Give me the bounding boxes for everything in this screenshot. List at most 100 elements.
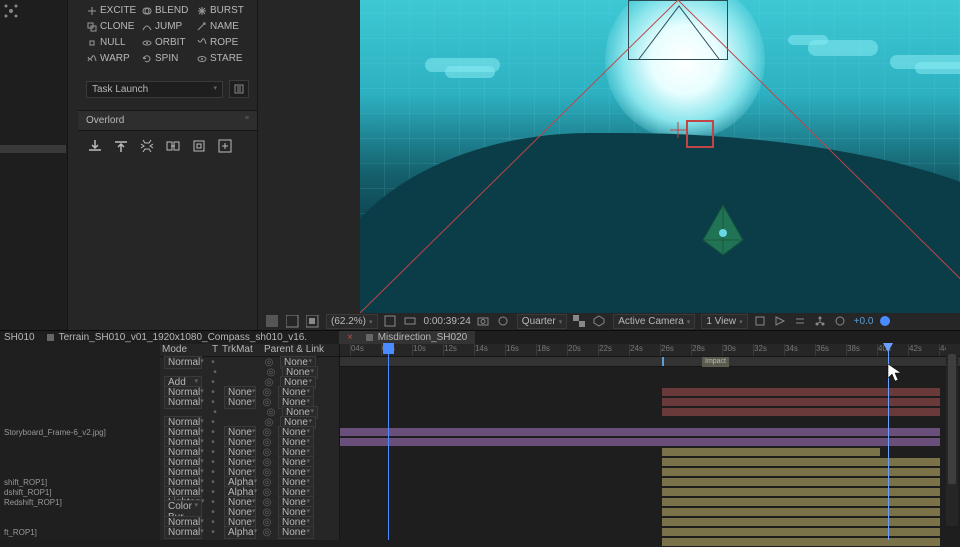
layer-duration-bar[interactable] [662, 528, 940, 536]
layer-duration-bar[interactable] [662, 508, 940, 516]
layer-bar-row[interactable] [340, 407, 960, 417]
overlord-pull-icon[interactable] [112, 137, 130, 155]
pickwhip-icon[interactable]: ◎ [262, 527, 272, 538]
layer-bar-row[interactable] [340, 477, 960, 487]
show-snapshot-icon[interactable] [497, 315, 511, 329]
exposure-value[interactable]: +0.0 [854, 316, 874, 327]
parent-dropdown[interactable]: None▾ [278, 526, 314, 539]
layer-name[interactable] [0, 417, 160, 427]
layer-name[interactable]: dshift_ROP1] [0, 487, 160, 497]
layer-name[interactable] [0, 437, 160, 447]
layer-bar-row[interactable] [340, 517, 960, 527]
layer-name[interactable]: ft_ROP1] [0, 527, 160, 537]
layer-name[interactable] [0, 537, 160, 547]
layer-name[interactable] [0, 407, 160, 417]
layer-duration-bar[interactable] [662, 488, 940, 496]
layer-bar-row[interactable] [340, 367, 960, 377]
time-ruler[interactable]: 04s08s10s12s14s16s18s20s22s24s26s28s30s3… [340, 344, 960, 357]
mask-icon[interactable] [306, 315, 320, 329]
trkmat-dropdown[interactable]: Alpha▾ [224, 526, 256, 539]
layer-bar-row[interactable] [340, 377, 960, 387]
overlord-swap-icon[interactable] [164, 137, 182, 155]
overlord-add-icon[interactable] [216, 137, 234, 155]
layer-duration-bar[interactable] [662, 388, 940, 396]
layer-name[interactable] [0, 387, 160, 397]
layer-bar-row[interactable] [340, 487, 960, 497]
blend-mode-dropdown[interactable]: Normal▾ [164, 396, 202, 409]
fast-preview-icon[interactable] [774, 315, 788, 329]
preview-canvas[interactable] [360, 0, 960, 313]
layer-bar-row[interactable] [340, 527, 960, 537]
quality-dropdown[interactable]: Quarter▾ [517, 314, 567, 329]
tool-blend[interactable]: BLEND [141, 4, 194, 17]
comp-flowchart-icon[interactable] [814, 315, 828, 329]
current-time-indicator[interactable] [388, 344, 389, 540]
marker-strip[interactable]: Impact [340, 357, 960, 367]
3d-view-icon[interactable] [593, 315, 607, 329]
layer-duration-bar[interactable] [662, 468, 940, 476]
layer-name[interactable] [0, 397, 160, 407]
tool-jump[interactable]: JUMP [141, 20, 194, 33]
layer-bar-row[interactable] [340, 387, 960, 397]
layer-bar-row[interactable] [340, 437, 960, 447]
layer-name[interactable] [0, 517, 160, 527]
layer-bar-row[interactable] [340, 537, 960, 547]
layer-bar-row[interactable] [340, 507, 960, 517]
layer-duration-bar[interactable] [662, 408, 940, 416]
overlord-panel-header[interactable]: Overlord≡ [78, 110, 257, 131]
layer-bar-row[interactable] [340, 497, 960, 507]
parent-column-header[interactable]: Parent & Link [264, 344, 339, 356]
tool-excite[interactable]: EXCITE [86, 4, 139, 17]
layer-name[interactable] [0, 377, 160, 387]
layer-name[interactable]: Redshift_ROP1] [0, 497, 160, 507]
timeline-graph[interactable]: 04s08s10s12s14s16s18s20s22s24s26s28s30s3… [340, 344, 960, 540]
composition-marker[interactable]: Impact [702, 357, 729, 367]
layer-duration-bar[interactable] [662, 478, 940, 486]
tool-warp[interactable]: WARP [86, 52, 139, 65]
tool-orbit[interactable]: ORBIT [141, 36, 194, 49]
layer-bar-row[interactable] [340, 427, 960, 437]
layer-bar-row[interactable] [340, 397, 960, 407]
layer-name[interactable]: shift_ROP1] [0, 477, 160, 487]
comp-tab-active[interactable]: × Misdirection_SH020 [339, 331, 475, 344]
layer-name[interactable]: Storyboard_Frame-6_v2.jpg] [0, 427, 160, 437]
layer-duration-bar[interactable] [340, 438, 940, 446]
layer-bar-row[interactable] [340, 467, 960, 477]
vertical-scrollbar[interactable] [946, 344, 958, 526]
roi-icon[interactable] [404, 315, 418, 329]
layer-duration-bar[interactable] [662, 538, 940, 546]
tool-burst[interactable]: BURST [196, 4, 249, 17]
layer-name[interactable] [0, 457, 160, 467]
pixel-aspect-icon[interactable] [754, 315, 768, 329]
comp-tab[interactable]: Terrain_SH010_v01_1920x1080_Compass_sh01… [47, 332, 308, 343]
camera-dropdown[interactable]: Active Camera▾ [613, 314, 695, 329]
zoom-dropdown[interactable]: (62.2%)▾ [326, 314, 378, 329]
layer-duration-bar[interactable] [662, 458, 940, 466]
composition-viewer[interactable]: (62.2%)▾ 0:00:39:24 Quarter▾ Active Came… [258, 0, 960, 330]
snapshot-icon[interactable] [477, 315, 491, 329]
color-mgmt-icon[interactable] [879, 315, 893, 329]
layer-name[interactable] [0, 447, 160, 457]
layer-name[interactable] [0, 367, 160, 377]
overlord-settings-icon[interactable] [138, 137, 156, 155]
task-launch-dropdown[interactable]: Task Launch▾ [86, 81, 223, 98]
trkmat-column-header[interactable]: TrkMat [222, 344, 264, 356]
blend-mode-dropdown[interactable]: Normal▾ [164, 356, 202, 369]
overlord-artboard-icon[interactable] [190, 137, 208, 155]
tool-spin[interactable]: SPIN [141, 52, 194, 65]
task-launch-button[interactable] [229, 80, 249, 98]
layer-bar-row[interactable] [340, 457, 960, 467]
timeline-icon[interactable] [794, 315, 808, 329]
layer-switches-row[interactable]: Normal▾•Alpha▾◎None▾ [160, 527, 339, 537]
channel-icon[interactable] [286, 315, 300, 329]
layer-duration-bar[interactable] [340, 428, 940, 436]
tool-clone[interactable]: CLONE [86, 20, 139, 33]
transparency-grid-icon[interactable] [573, 315, 587, 329]
mode-column-header[interactable]: Mode [160, 344, 208, 356]
tool-name[interactable]: NAME [196, 20, 249, 33]
exposure-reset-icon[interactable] [834, 315, 848, 329]
snap-icon[interactable] [4, 4, 18, 18]
blend-mode-dropdown[interactable]: Normal▾ [164, 526, 202, 539]
tool-rope[interactable]: ROPE [196, 36, 249, 49]
view-layout-dropdown[interactable]: 1 View▾ [701, 314, 747, 329]
